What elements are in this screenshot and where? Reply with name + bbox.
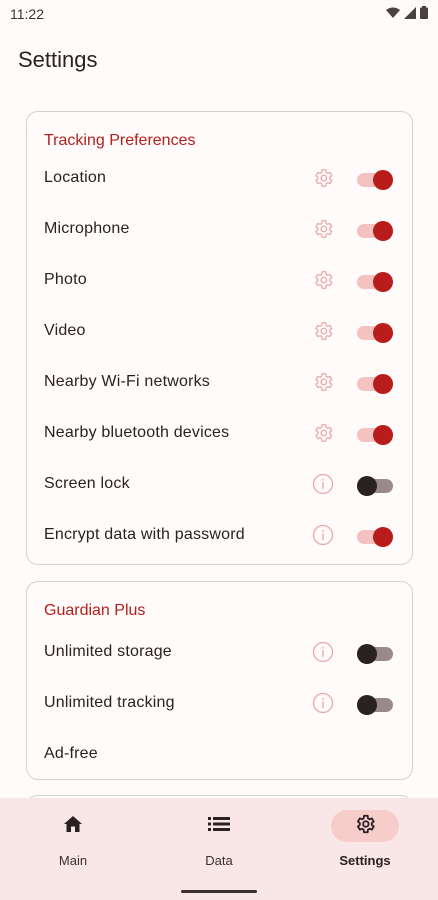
toggle-thumb: [373, 221, 393, 241]
guardian-plus-card: Guardian Plus Unlimited storage Unlimited…: [26, 581, 413, 780]
setting-row: Unlimited tracking: [27, 683, 412, 723]
status-time: 11:22: [10, 6, 44, 22]
toggle-thumb: [357, 644, 377, 664]
tracking-preferences-title: Tracking Preferences: [44, 132, 196, 149]
status-icons: [386, 6, 428, 22]
nav-data-label: Data: [205, 853, 233, 868]
setting-label: Encrypt data with password: [44, 526, 245, 543]
toggle-thumb: [357, 695, 377, 715]
setting-row: Location: [27, 158, 412, 198]
setting-label: Nearby bluetooth devices: [44, 424, 230, 441]
setting-toggle[interactable]: [357, 525, 393, 547]
setting-toggle[interactable]: [357, 642, 393, 664]
gear-icon: [354, 813, 376, 840]
setting-toggle[interactable]: [357, 270, 393, 292]
nav-main[interactable]: Main: [0, 810, 146, 880]
info-icon[interactable]: [311, 691, 335, 715]
status-bar: 11:22: [0, 0, 438, 28]
toggle-thumb: [373, 323, 393, 343]
setting-row: Photo: [27, 260, 412, 300]
list-icon: [208, 816, 230, 837]
setting-row: Video: [27, 311, 412, 351]
setting-label: Location: [44, 169, 107, 186]
nav-settings[interactable]: Settings: [292, 810, 438, 880]
setting-label: Ad-free: [44, 745, 98, 762]
toggle-thumb: [373, 374, 393, 394]
info-icon[interactable]: [311, 472, 335, 496]
setting-toggle[interactable]: [357, 321, 393, 343]
toggle-thumb: [373, 272, 393, 292]
setting-toggle[interactable]: [357, 219, 393, 241]
setting-label: Screen lock: [44, 475, 130, 492]
page-title: Settings: [18, 47, 98, 72]
setting-label: Photo: [44, 271, 87, 288]
setting-toggle[interactable]: [357, 474, 393, 496]
home-indicator: [181, 890, 257, 893]
gear-icon[interactable]: [311, 319, 335, 343]
battery-icon: [420, 6, 428, 22]
nav-main-label: Main: [58, 853, 88, 868]
gear-icon[interactable]: [311, 370, 335, 394]
info-icon[interactable]: [311, 640, 335, 664]
toggle-thumb: [357, 476, 377, 496]
setting-toggle[interactable]: [357, 372, 393, 394]
toggle-thumb: [373, 170, 393, 190]
nav-settings-label: Settings: [339, 853, 391, 868]
setting-row: Nearby bluetooth devices: [27, 413, 412, 453]
info-icon[interactable]: [311, 523, 335, 547]
gear-icon[interactable]: [311, 166, 335, 190]
setting-label: Unlimited tracking: [44, 694, 175, 711]
setting-toggle[interactable]: [357, 693, 393, 715]
nav-data[interactable]: Data: [146, 810, 292, 880]
nav-settings-pill: [331, 810, 399, 842]
home-icon: [63, 814, 83, 839]
gear-icon[interactable]: [311, 217, 335, 241]
setting-label: Video: [44, 322, 86, 339]
wifi-icon: [386, 6, 400, 22]
setting-label: Nearby Wi-Fi networks: [44, 373, 211, 390]
gear-icon[interactable]: [311, 268, 335, 292]
setting-row: Microphone: [27, 209, 412, 249]
signal-icon: [404, 6, 416, 22]
guardian-plus-title: Guardian Plus: [44, 602, 146, 619]
setting-row: Unlimited storage: [27, 632, 412, 672]
bottom-nav: Main Data Settings: [0, 798, 438, 900]
setting-row: Nearby Wi-Fi networks: [27, 362, 412, 402]
setting-row: Encrypt data with password: [27, 515, 412, 555]
setting-row: Ad-free: [27, 734, 412, 774]
toggle-thumb: [373, 527, 393, 547]
setting-toggle[interactable]: [357, 168, 393, 190]
setting-row: Screen lock: [27, 464, 412, 504]
nav-main-pill: [39, 810, 107, 842]
setting-toggle[interactable]: [357, 423, 393, 445]
setting-label: Microphone: [44, 220, 130, 237]
toggle-thumb: [373, 425, 393, 445]
gear-icon[interactable]: [311, 421, 335, 445]
tracking-preferences-card: Tracking Preferences Location Microphone P…: [26, 111, 413, 565]
nav-data-pill: [185, 810, 253, 842]
setting-label: Unlimited storage: [44, 643, 172, 660]
